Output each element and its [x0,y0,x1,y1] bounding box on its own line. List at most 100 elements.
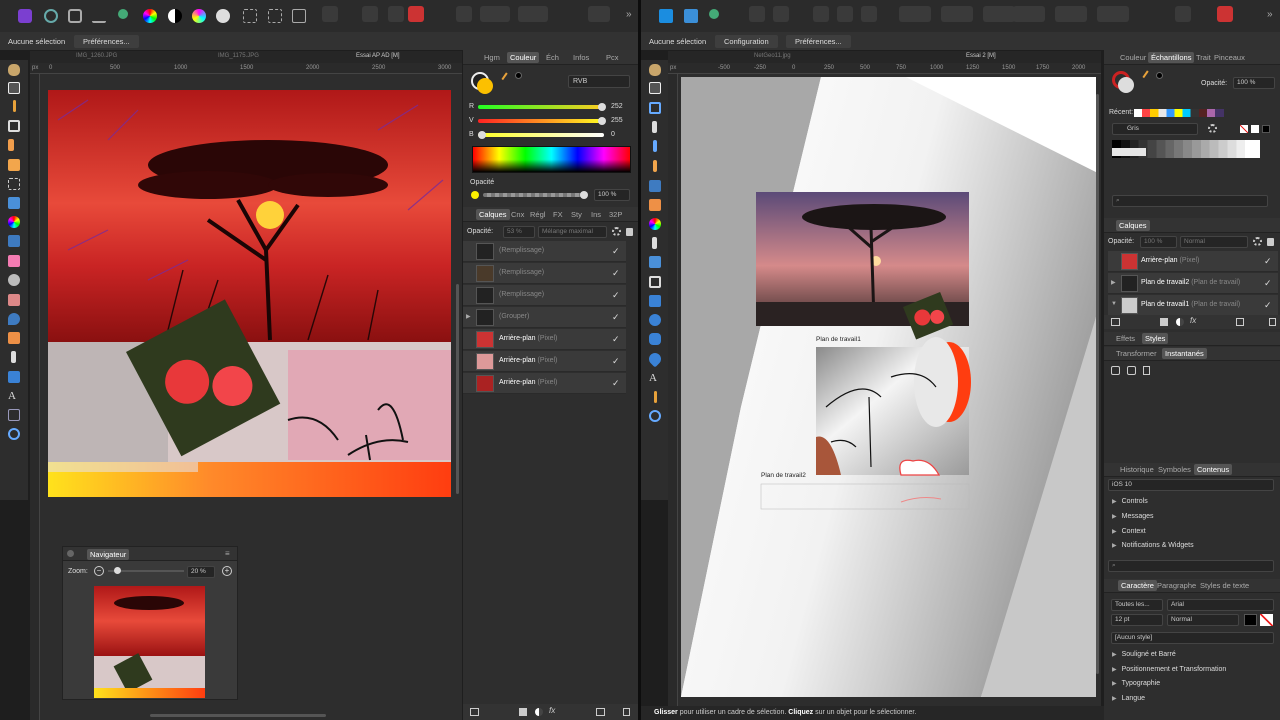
distribute-button[interactable] [518,6,548,22]
mask-layer-icon[interactable] [1160,318,1168,326]
clone-tool-icon[interactable] [8,294,20,306]
color-picker-tool-icon[interactable] [654,391,657,403]
layer-row[interactable]: ▶ Plan de travail2 (Plan de travail) ✓ [1108,273,1278,294]
color-wells[interactable] [1112,71,1136,95]
preferences-button[interactable]: Préférences... [74,35,139,48]
recent-swatches[interactable] [1134,109,1224,117]
tab-history[interactable]: Historique [1120,465,1154,474]
settings-icon[interactable] [1253,237,1262,246]
tab-symbols[interactable]: Symboles [1158,465,1191,474]
white-balance-icon[interactable] [216,9,230,23]
liquify-persona-icon[interactable] [44,9,58,23]
view-mode-button-2[interactable] [837,6,853,22]
tab-adjustments[interactable]: Régl [530,210,545,219]
add-layer-icon[interactable] [1236,318,1244,326]
font-size-field[interactable]: 12 pt [1111,614,1163,626]
artboard-label[interactable]: Plan de travail1 [816,336,861,343]
tab-text-styles[interactable]: Styles de texte [1200,581,1249,590]
char-section[interactable]: Typographie [1112,680,1161,687]
delete-layer-icon[interactable] [623,708,630,716]
tab-styles[interactable]: Styles [1142,333,1169,344]
selection-brush-tool-icon[interactable] [8,139,14,151]
assets-set-select[interactable]: iOS 10 [1108,479,1274,491]
magnet-button[interactable] [408,6,424,22]
text-highlight-swatch[interactable] [1260,614,1273,626]
font-family-select[interactable]: Arial [1167,599,1274,611]
assistant-button[interactable] [322,6,338,22]
marquee-add-icon[interactable] [268,9,282,23]
align-button[interactable] [480,6,510,22]
layer-row[interactable]: Arrière-plan (Pixel) ✓ [1108,251,1278,272]
visibility-check-icon[interactable]: ✓ [612,247,620,256]
tab-layers[interactable]: Calques [476,209,510,220]
visibility-check-icon[interactable]: ✓ [612,379,620,388]
develop-persona-icon[interactable] [68,9,82,23]
move-tool-icon[interactable] [649,82,661,94]
layer-row[interactable]: Arrière-plan (Pixel) ✓ [463,351,626,372]
snapshot-add-icon[interactable] [1111,366,1120,375]
tab-assets[interactable]: Contenus [1194,464,1233,475]
transform-button[interactable] [941,6,973,22]
tab-channels[interactable]: Cnx [511,210,524,219]
mesh-warp-tool-icon[interactable] [8,409,20,421]
layer-row[interactable]: ▼ Plan de travail1 (Plan de travail) ✓ [1108,295,1278,316]
opacity-field[interactable]: 100 % [1233,77,1275,89]
pen-button[interactable] [456,6,472,22]
right-vertical-scrollbar[interactable] [1096,94,1099,674]
adjustment-icon[interactable] [1176,318,1184,326]
dodge-tool-icon[interactable] [8,274,20,286]
view-mode-button[interactable] [813,6,829,22]
toggle-button[interactable] [588,6,610,22]
node-tool-icon[interactable] [652,121,657,133]
add-layer-icon[interactable] [596,708,605,716]
layers-opacity-field[interactable]: 53 % [503,226,535,238]
eyedropper-icon[interactable] [501,72,513,84]
artboard-label[interactable]: Plan de travail2 [761,472,806,479]
tab-32p[interactable]: 32P [609,210,622,219]
fill-tool-icon[interactable] [8,197,20,209]
tab-stock[interactable]: Ins [591,210,601,219]
crop-tool-icon[interactable] [8,120,20,132]
rectangle-tool-icon[interactable] [649,295,661,307]
visibility-check-icon[interactable]: ✓ [1264,301,1272,310]
font-scope-select[interactable]: Toutes les... [1111,599,1163,611]
layer-row[interactable]: Arrière-plan (Pixel) ✓ [463,329,626,350]
gradient-tool-icon[interactable] [649,218,661,230]
rectangle-tool-icon[interactable] [8,371,20,383]
font-weight-select[interactable]: Normal [1167,614,1239,626]
delete-layer-icon[interactable] [1269,318,1276,326]
black-swatch-icon[interactable] [1156,72,1163,79]
lock-icon[interactable] [1267,238,1274,246]
affinity-designer-icon[interactable] [659,9,673,23]
snapshot-restore-icon[interactable] [1127,366,1136,375]
vector-brush-tool-icon[interactable] [649,180,661,192]
swatch-search[interactable]: ⌕ [1112,195,1268,207]
visibility-check-icon[interactable]: ✓ [1264,279,1272,288]
tab-effects[interactable]: Effets [1116,334,1135,343]
preferences-button[interactable]: Préférences... [786,35,851,48]
tab-paragraph[interactable]: Paragraphe [1157,581,1196,590]
asset-category[interactable]: Context [1112,528,1146,535]
mask-icon[interactable] [292,9,306,23]
visibility-check-icon[interactable]: ✓ [612,313,620,322]
configuration-button[interactable]: Configuration [715,35,778,48]
g-slider[interactable] [478,117,606,125]
asset-category[interactable]: Messages [1112,513,1154,520]
navigator-preview[interactable] [94,586,205,698]
zoom-in-icon[interactable]: + [222,566,232,576]
char-section[interactable]: Langue [1112,695,1145,702]
black-white-icon[interactable] [168,9,182,23]
tab-transform[interactable]: Transformer [1116,349,1157,358]
assets-search[interactable]: ⌕ [1108,560,1274,572]
opacity-field[interactable]: 100 % [594,189,630,201]
arrange-button[interactable] [388,6,404,22]
panel-menu-icon[interactable]: ≡ [225,549,230,558]
color-mode-select[interactable]: RVB [568,75,630,88]
zoom-field[interactable]: 20 % [187,566,215,578]
place-image-tool-icon[interactable] [649,256,661,268]
fx-icon[interactable]: fx [1190,316,1196,325]
color-picker-tool-icon[interactable] [13,100,16,112]
tab-stroke[interactable]: Trait [1196,53,1211,62]
black-swatch-icon[interactable] [515,72,522,79]
asset-category[interactable]: Controls [1112,498,1148,505]
